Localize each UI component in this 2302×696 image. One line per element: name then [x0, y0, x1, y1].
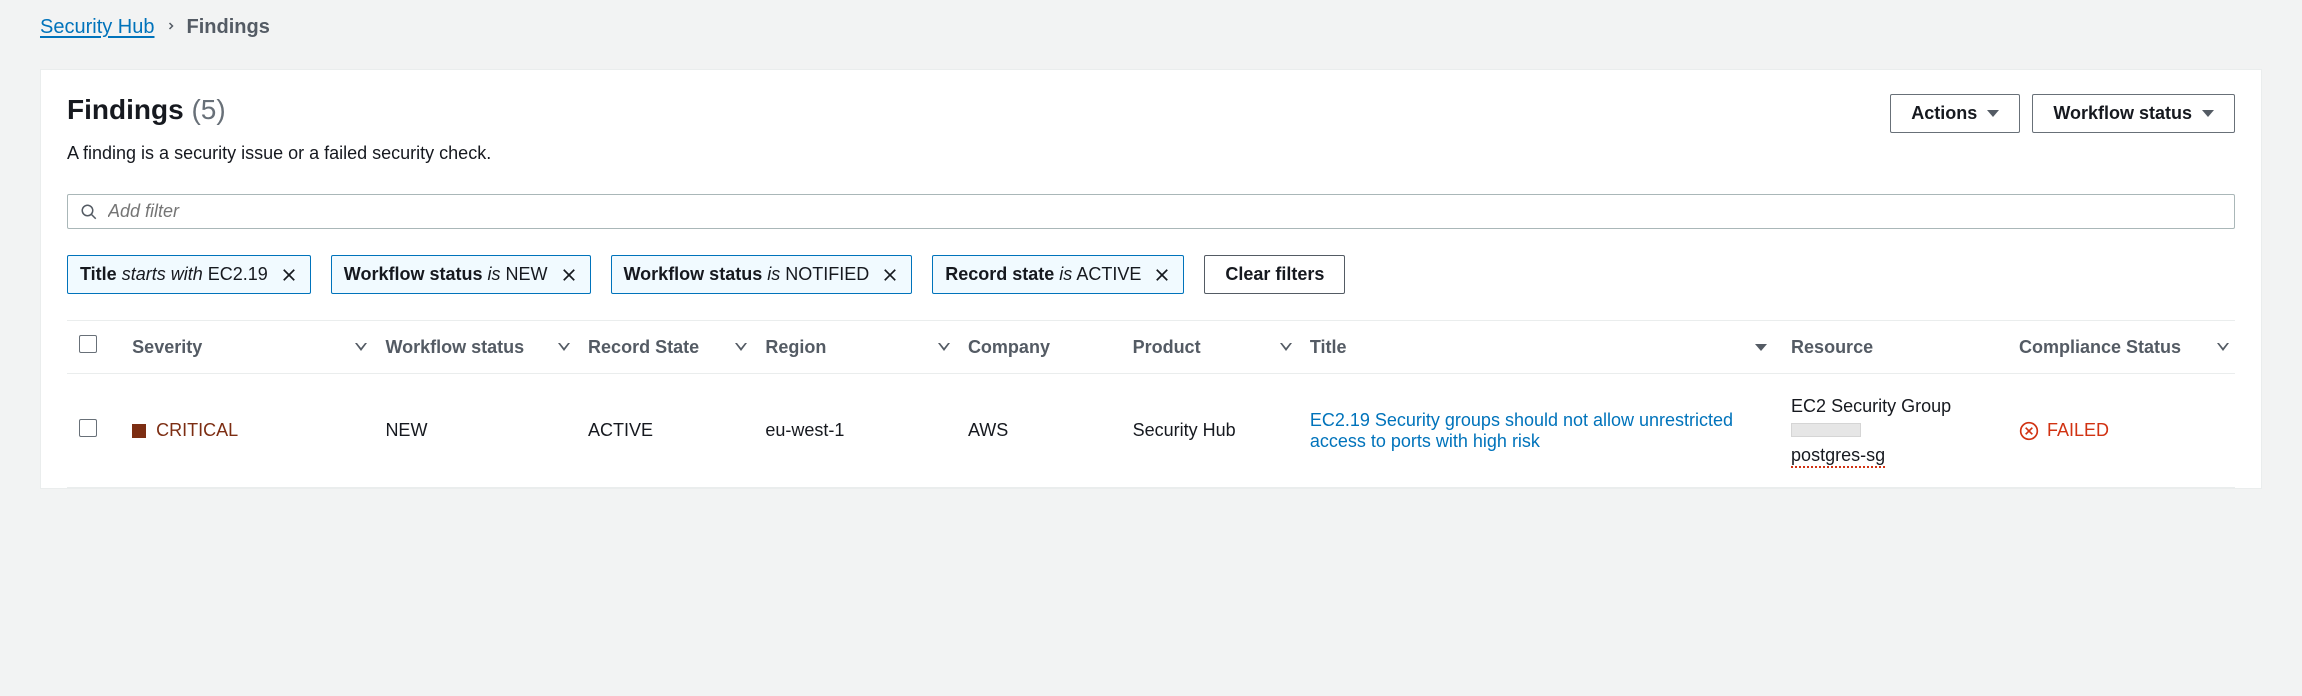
remove-chip-icon[interactable]	[1153, 266, 1171, 284]
severity-indicator-icon	[132, 424, 146, 438]
caret-down-icon	[1987, 110, 1999, 117]
page-title: Findings (5)	[67, 94, 226, 126]
remove-chip-icon[interactable]	[560, 266, 578, 284]
chip-field: Record state	[945, 264, 1054, 284]
filter-chip[interactable]: Workflow status is NEW	[331, 255, 591, 294]
redacted-block	[1791, 423, 1861, 437]
filter-chip[interactable]: Title starts with EC2.19	[67, 255, 311, 294]
clear-filters-button[interactable]: Clear filters	[1204, 255, 1345, 294]
filter-input[interactable]	[108, 201, 2222, 222]
page-description: A finding is a security issue or a faile…	[67, 143, 2235, 164]
chip-value: ACTIVE	[1076, 264, 1141, 284]
sort-icon[interactable]	[729, 343, 741, 351]
finding-title-link[interactable]: EC2.19 Security groups should not allow …	[1310, 410, 1733, 451]
resource-cell: EC2 Security Group postgres-sg	[1779, 374, 2007, 488]
actions-dropdown[interactable]: Actions	[1890, 94, 2020, 133]
product-cell: Security Hub	[1121, 374, 1298, 488]
sort-icon[interactable]	[932, 343, 944, 351]
findings-table: Severity Workflow status Record State Re…	[67, 320, 2235, 488]
breadcrumb-root-link[interactable]: Security Hub	[40, 16, 155, 39]
compliance-status-cell: FAILED	[2019, 420, 2223, 441]
page-title-text: Findings	[67, 94, 184, 125]
record-state-cell: ACTIVE	[576, 374, 753, 488]
findings-panel: Findings (5) Actions Workflow status A f…	[40, 69, 2262, 489]
actions-dropdown-label: Actions	[1911, 103, 1977, 124]
chip-field: Workflow status	[344, 264, 483, 284]
findings-count: (5)	[191, 94, 225, 125]
col-title[interactable]: Title	[1310, 336, 1347, 359]
col-company[interactable]: Company	[968, 337, 1050, 357]
caret-down-icon	[2202, 110, 2214, 117]
chevron-right-icon	[165, 19, 177, 37]
sort-icon[interactable]	[349, 343, 361, 351]
col-region[interactable]: Region	[765, 336, 826, 359]
col-compliance-status[interactable]: Compliance Status	[2019, 336, 2181, 359]
col-workflow-status[interactable]: Workflow status	[385, 336, 524, 359]
chip-op: is	[1059, 264, 1072, 284]
filter-chips-row: Title starts with EC2.19 Workflow status…	[67, 255, 2235, 294]
sort-icon[interactable]	[552, 343, 564, 351]
col-record-state[interactable]: Record State	[588, 336, 699, 359]
filter-input-container[interactable]	[67, 194, 2235, 229]
chip-value: NOTIFIED	[785, 264, 869, 284]
col-product[interactable]: Product	[1133, 336, 1201, 359]
sort-icon-active[interactable]	[1755, 344, 1767, 351]
col-severity[interactable]: Severity	[132, 336, 202, 359]
chip-field: Title	[80, 264, 117, 284]
chip-op: is	[488, 264, 501, 284]
company-cell: AWS	[956, 374, 1121, 488]
breadcrumb-current: Findings	[187, 16, 270, 39]
chip-op: is	[767, 264, 780, 284]
compliance-status-text: FAILED	[2047, 420, 2109, 441]
table-row: CRITICAL NEW ACTIVE eu-west-1 AWS Securi…	[67, 374, 2235, 488]
resource-type: EC2 Security Group	[1791, 394, 1995, 418]
workflow-status-dropdown[interactable]: Workflow status	[2032, 94, 2235, 133]
remove-chip-icon[interactable]	[881, 266, 899, 284]
region-cell: eu-west-1	[753, 374, 956, 488]
chip-op: starts with	[122, 264, 203, 284]
filter-chip[interactable]: Workflow status is NOTIFIED	[611, 255, 913, 294]
chip-field: Workflow status	[624, 264, 763, 284]
row-checkbox[interactable]	[79, 419, 97, 437]
severity-text: CRITICAL	[156, 420, 238, 441]
select-all-checkbox[interactable]	[79, 335, 97, 353]
workflow-status-cell: NEW	[373, 374, 576, 488]
workflow-status-dropdown-label: Workflow status	[2053, 103, 2192, 124]
failed-icon	[2019, 421, 2039, 441]
search-icon	[80, 203, 98, 221]
sort-icon[interactable]	[1274, 343, 1286, 351]
resource-name: postgres-sg	[1791, 445, 1885, 468]
filter-chip[interactable]: Record state is ACTIVE	[932, 255, 1184, 294]
severity-cell: CRITICAL	[132, 420, 361, 441]
chip-value: NEW	[506, 264, 548, 284]
sort-icon[interactable]	[2211, 343, 2223, 351]
remove-chip-icon[interactable]	[280, 266, 298, 284]
chip-value: EC2.19	[208, 264, 268, 284]
col-resource[interactable]: Resource	[1791, 337, 1873, 357]
breadcrumb: Security Hub Findings	[40, 16, 2262, 39]
